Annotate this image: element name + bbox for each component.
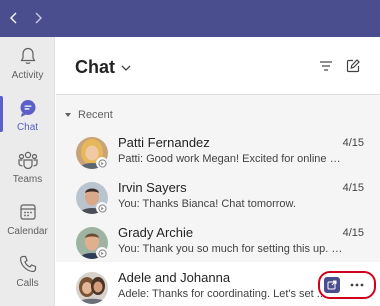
pop-out-icon <box>327 280 337 290</box>
more-options-button[interactable] <box>346 274 368 296</box>
filter-button[interactable] <box>317 57 335 75</box>
chat-preview: Adele: Thanks for coordinating. Let's se… <box>118 288 326 300</box>
group-avatar <box>76 272 108 304</box>
rail-item-calendar[interactable]: Calendar <box>0 193 54 245</box>
chat-preview: You: Thanks Bianca! Chat tomorrow. <box>118 198 296 210</box>
recent-section-header[interactable]: Recent <box>64 109 113 121</box>
pop-out-chat-button[interactable] <box>324 277 340 293</box>
presence-away-icon <box>96 202 108 214</box>
rail-item-label: Chat <box>16 122 39 133</box>
bell-icon <box>17 45 39 67</box>
chat-list-item-selected[interactable]: Adele and Johanna Adele: Thanks for coor… <box>56 262 380 306</box>
title-bar <box>0 0 380 37</box>
section-label: Recent <box>78 109 113 121</box>
presence-away-icon <box>96 247 108 259</box>
teams-icon <box>17 149 39 171</box>
app-bar: Activity Chat Teams Calendar Calls <box>0 37 55 306</box>
chat-list-pane: Chat Recent Patti Fernandez Patti: Good … <box>56 37 380 306</box>
forward-button[interactable] <box>28 8 48 28</box>
chat-preview: You: Thank you so much for setting this … <box>118 243 344 255</box>
filter-icon <box>320 61 332 71</box>
rail-item-activity[interactable]: Activity <box>0 37 54 89</box>
chat-date: 4/15 <box>342 227 364 239</box>
calendar-icon <box>17 201 39 223</box>
page-title: Chat <box>75 57 115 77</box>
presence-away-icon <box>96 157 108 169</box>
chat-name: Patti Fernandez <box>118 135 210 150</box>
rail-item-label: Teams <box>12 174 43 185</box>
chevron-right-icon <box>35 12 42 24</box>
chat-name: Grady Archie <box>118 225 194 240</box>
rail-item-label: Activity <box>11 70 44 81</box>
rail-item-label: Calls <box>16 278 39 289</box>
chat-header: Chat <box>56 37 380 95</box>
chat-preview: Patti: Good work Megan! Excited for onli… <box>118 153 344 165</box>
chat-date: 4/15 <box>342 137 364 149</box>
chat-name: Irvin Sayers <box>118 180 187 195</box>
compose-icon <box>346 59 360 73</box>
rail-item-label: Calendar <box>7 226 48 237</box>
rail-item-teams[interactable]: Teams <box>0 141 54 193</box>
chat-icon <box>17 97 39 119</box>
new-chat-button[interactable] <box>344 57 362 75</box>
chat-date: 4/15 <box>342 182 364 194</box>
chat-name: Adele and Johanna <box>118 270 231 285</box>
rail-item-chat[interactable]: Chat <box>0 89 54 141</box>
phone-icon <box>17 253 39 275</box>
back-button[interactable] <box>4 8 24 28</box>
caret-down-icon <box>65 113 71 117</box>
chevron-down-icon[interactable] <box>120 61 132 73</box>
rail-item-calls[interactable]: Calls <box>0 245 54 297</box>
more-icon <box>350 283 364 287</box>
chevron-left-icon <box>10 12 17 24</box>
